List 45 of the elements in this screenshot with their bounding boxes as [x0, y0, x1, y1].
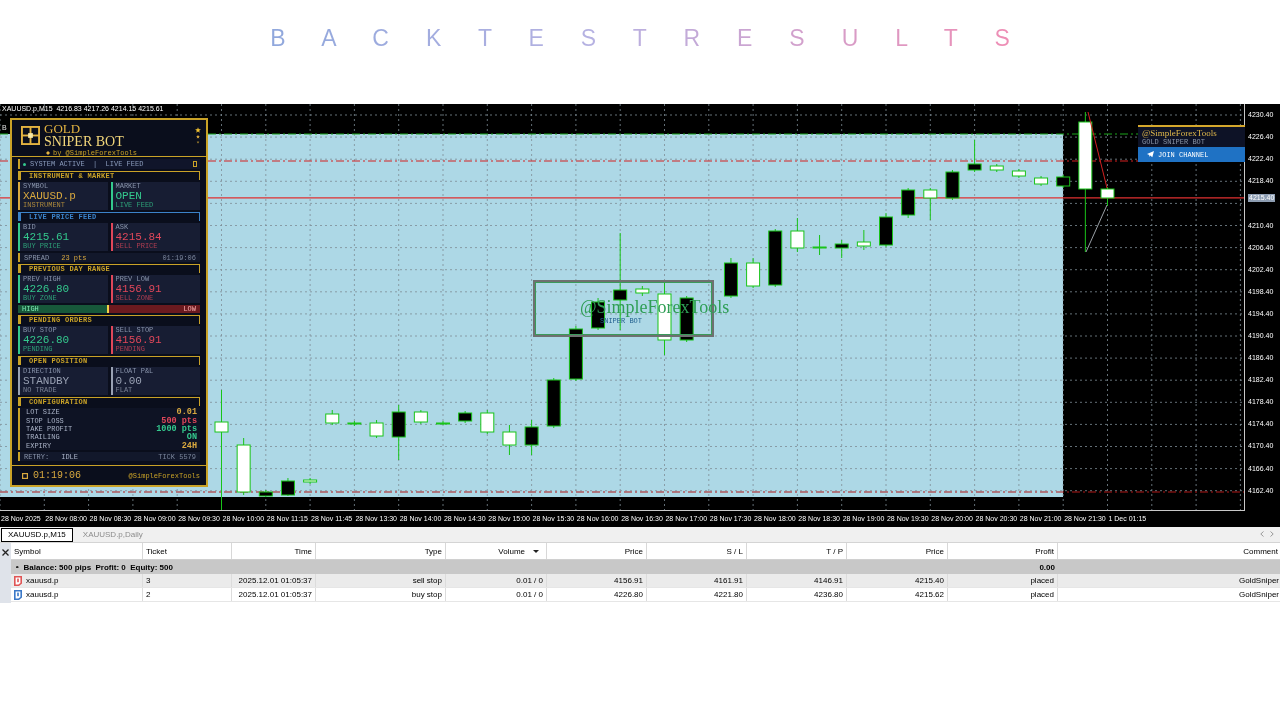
chevron-right-icon — [1270, 531, 1274, 537]
table-cell: 4156.91 — [614, 576, 643, 585]
bullet-icon — [16, 565, 19, 569]
table-cell: 4221.80 — [714, 590, 743, 599]
table-cell: xauusd.p — [26, 576, 59, 585]
order-row[interactable]: xauusd.p 3 2025.12.01 01:05:37 sell stop 0.01 / 0 4156.91 4161.91 4146.91 4215.40 placed GoldSniper — [11, 574, 1280, 588]
scroll-left-button[interactable] — [1260, 531, 1264, 537]
column-header[interactable]: Comment — [1058, 543, 1280, 559]
table-cell: 4146.91 — [814, 576, 843, 585]
order-row[interactable]: xauusd.p 2 2025.12.01 01:05:37 buy stop 0.01 / 0 4226.80 4221.80 4236.80 4215.62 placed GoldSniper — [11, 588, 1280, 602]
column-header[interactable]: S / L — [647, 543, 747, 559]
table-cell: GoldSniper — [1238, 590, 1279, 599]
table-cell: 2025.12.01 01:05:37 — [238, 590, 312, 599]
chart-tab[interactable]: XAUUSD.p,M15 — [1, 528, 73, 542]
balance-profit: 0.00 — [1038, 562, 1056, 572]
column-header[interactable]: T / P — [747, 543, 847, 559]
table-cell: 4215.62 — [915, 590, 944, 599]
column-header[interactable]: Ticket — [143, 543, 232, 559]
table-cell: buy stop — [411, 590, 442, 599]
column-header[interactable]: Symbol — [11, 543, 143, 559]
scroll-right-button[interactable] — [1270, 531, 1274, 537]
table-cell: 4236.80 — [814, 590, 843, 599]
table-cell: placed — [1030, 576, 1054, 585]
table-cell: xauusd.p — [26, 590, 59, 599]
table-cell: 4161.91 — [714, 576, 743, 585]
table-cell: sell stop — [412, 576, 442, 585]
table-cell: 2025.12.01 01:05:37 — [238, 576, 312, 585]
column-header[interactable]: Price — [547, 543, 647, 559]
column-header[interactable]: Time — [232, 543, 316, 559]
balance-summary: Balance: 500 pips Profit: 0 Equity: 500 — [23, 562, 173, 572]
table-cell: 0.01 / 0 — [516, 590, 543, 599]
column-header[interactable]: Volume — [446, 543, 547, 559]
table-cell: 4226.80 — [614, 590, 643, 599]
column-header[interactable]: Price — [847, 543, 948, 559]
close-icon — [2, 549, 9, 556]
table-cell: 0.01 / 0 — [516, 576, 543, 585]
column-header[interactable]: Type — [316, 543, 446, 559]
table-cell: placed — [1030, 590, 1054, 599]
table-cell: 4215.40 — [915, 576, 944, 585]
column-header[interactable]: Profit — [948, 543, 1058, 559]
table-cell: GoldSniper — [1238, 576, 1279, 585]
close-button[interactable] — [2, 549, 9, 556]
table-cell: 2 — [146, 590, 151, 599]
table-cell: 3 — [146, 576, 151, 585]
chevron-left-icon — [1260, 531, 1264, 537]
